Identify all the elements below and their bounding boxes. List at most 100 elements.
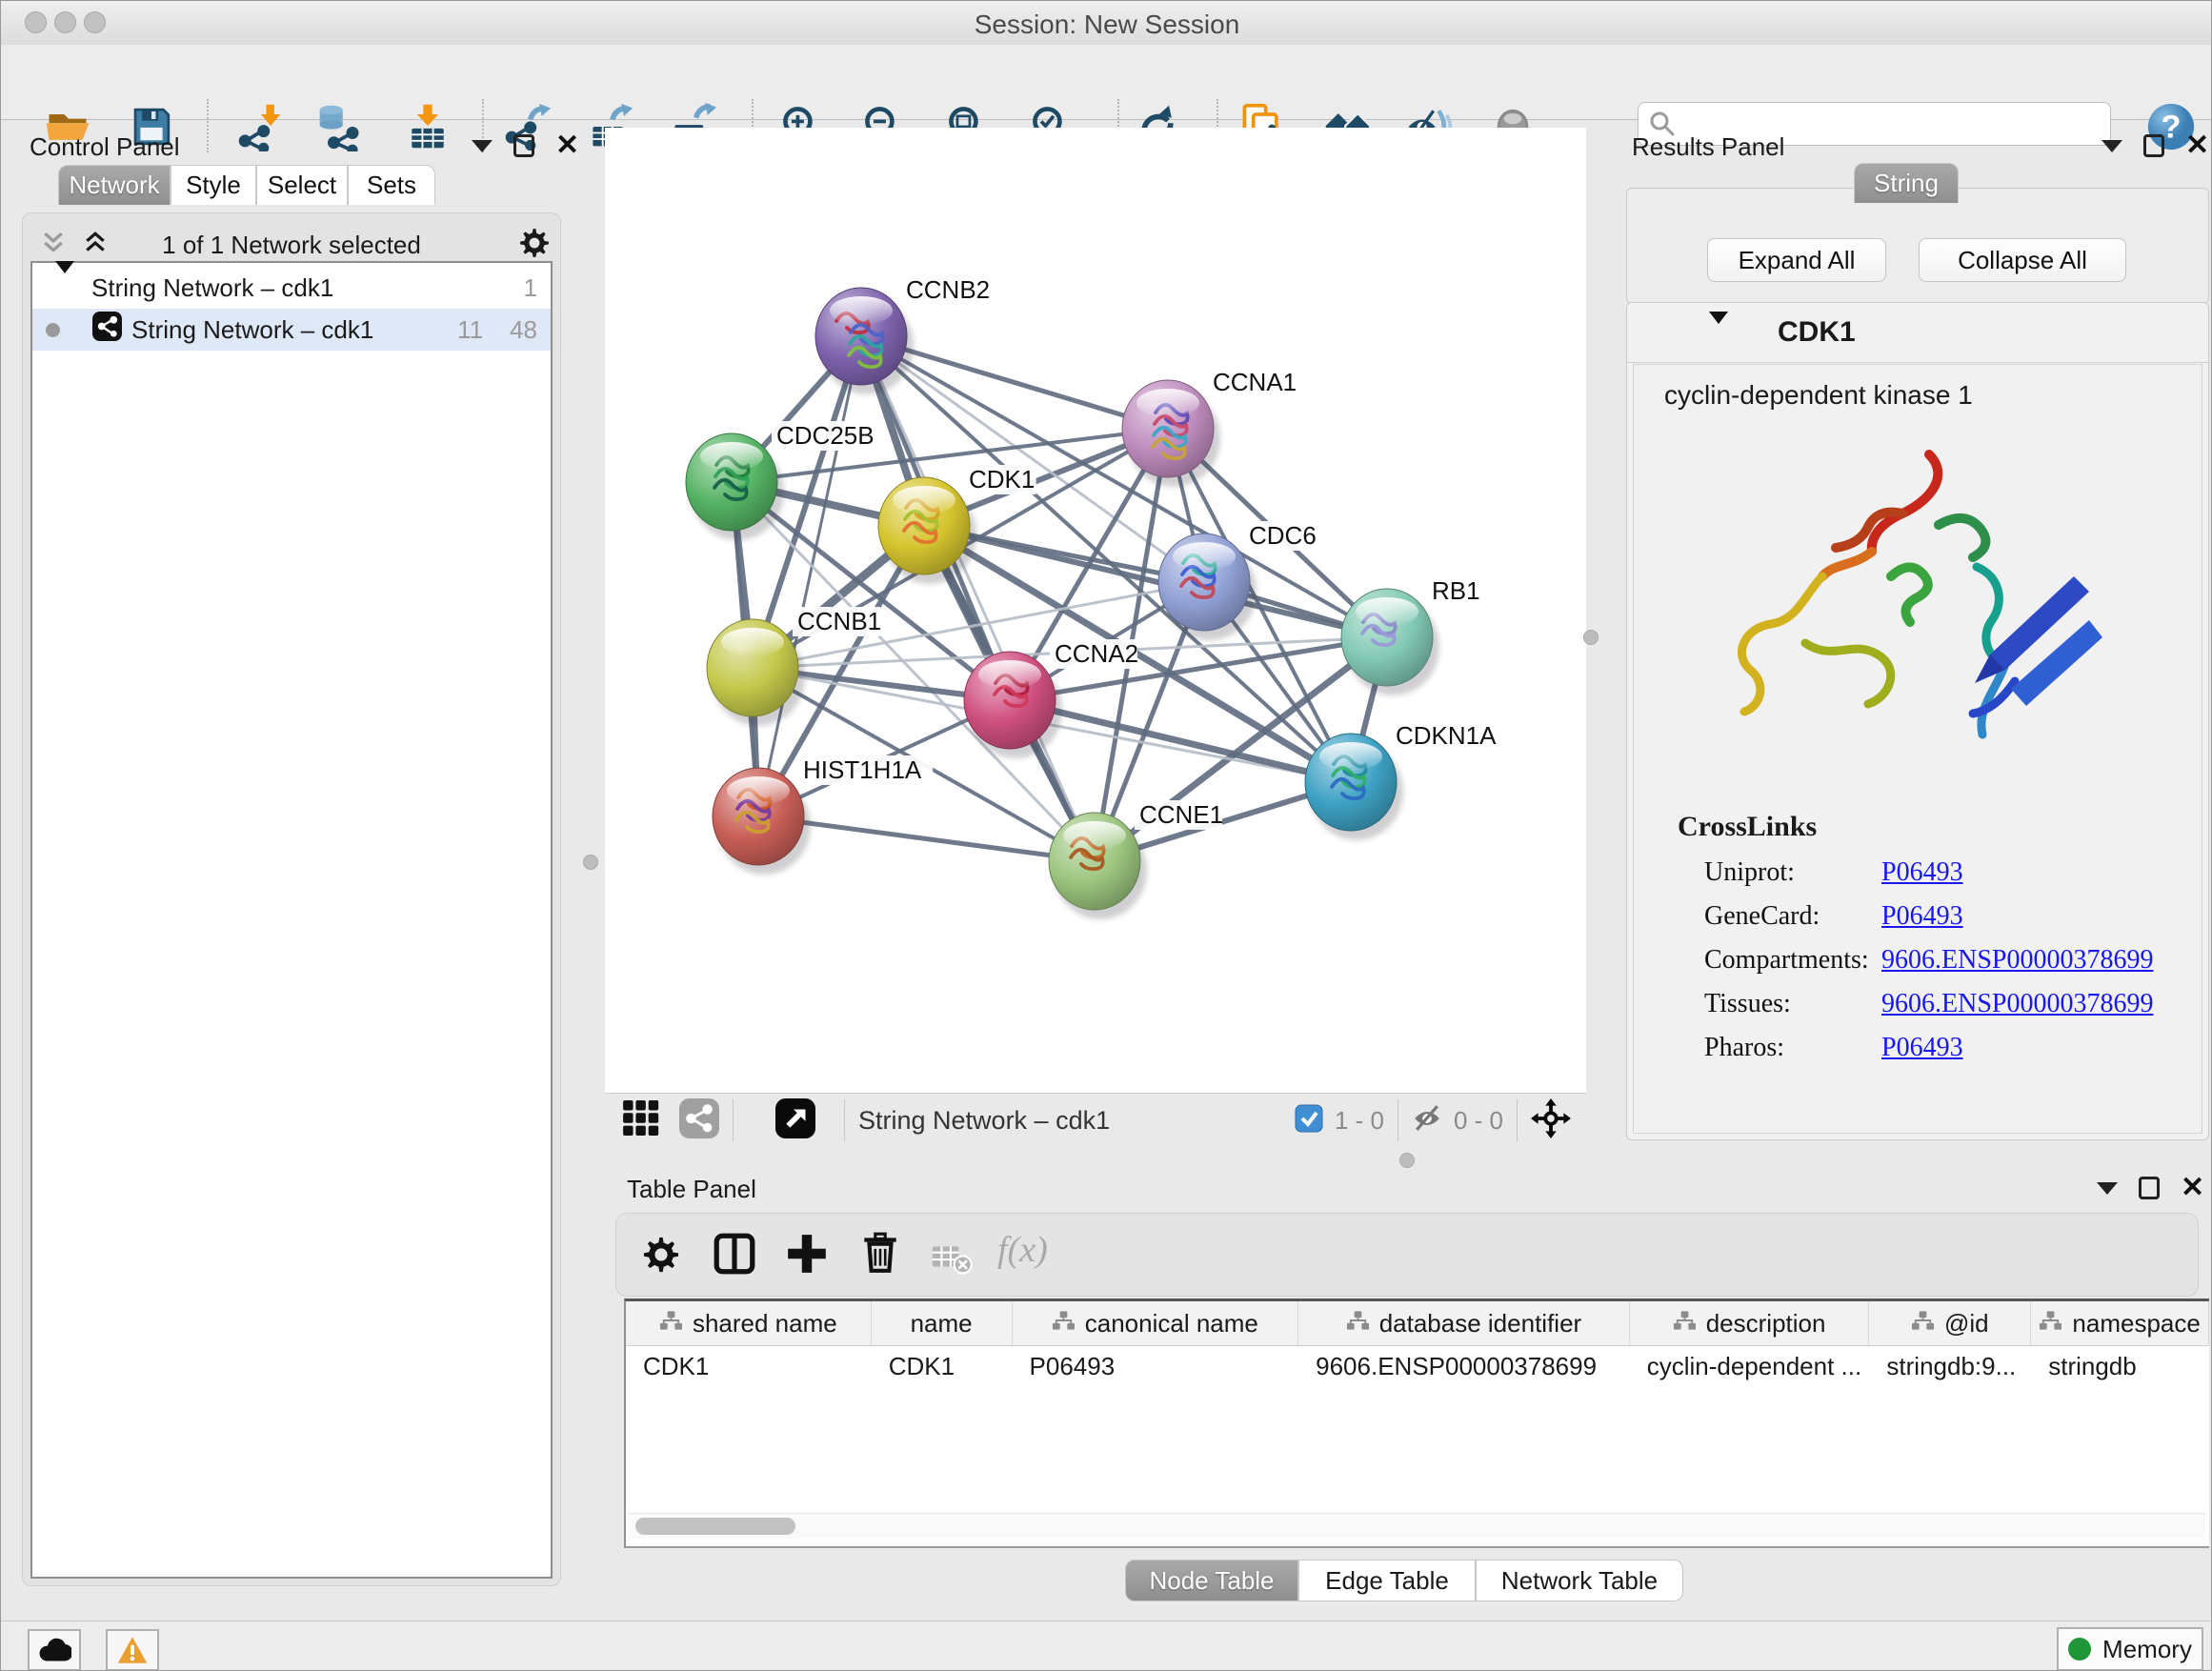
network-share-button[interactable] xyxy=(679,1098,719,1143)
trash-icon xyxy=(857,1229,903,1275)
tab-network-table[interactable]: Network Table xyxy=(1476,1560,1683,1601)
columns-icon xyxy=(712,1231,757,1277)
table-row[interactable]: CDK1CDK1P064939606.ENSP00000378699cyclin… xyxy=(626,1346,2209,1386)
column-header-namespace[interactable]: namespace xyxy=(2031,1301,2209,1345)
node-label-CDC6: CDC6 xyxy=(1244,521,1317,551)
float-panel-icon[interactable] xyxy=(2097,1182,2118,1195)
column-header-description[interactable]: description xyxy=(1630,1301,1870,1345)
column-header-label: namespace xyxy=(2072,1309,2200,1339)
tab-node-table[interactable]: Node Table xyxy=(1125,1560,1298,1601)
memory-button[interactable]: Memory xyxy=(2057,1627,2203,1671)
toolbar-separator xyxy=(844,1099,845,1141)
control-panel: Control Panel ✕ Network Style Select Set… xyxy=(14,125,582,1592)
network-node-CDC25B[interactable] xyxy=(686,433,784,540)
crosslink-value-link[interactable]: P06493 xyxy=(1881,857,1963,888)
network-collection-row[interactable]: String Network – cdk1 1 xyxy=(32,267,551,309)
network-node-RB1[interactable] xyxy=(1341,589,1439,695)
tab-style[interactable]: Style xyxy=(171,165,256,205)
selected-count: 1 - 0 xyxy=(1335,1106,1384,1136)
delete-columns-button[interactable] xyxy=(857,1229,903,1279)
network-node-CDKN1A[interactable] xyxy=(1305,734,1403,840)
function-builder-button[interactable]: f(x) xyxy=(997,1229,1048,1271)
network-node-CDC6[interactable] xyxy=(1158,534,1257,640)
section-collapse-icon[interactable] xyxy=(1709,324,1728,341)
pan-mode-button[interactable] xyxy=(1531,1098,1571,1143)
right-splitter-handle[interactable] xyxy=(1583,630,1599,645)
tab-select[interactable]: Select xyxy=(256,165,348,205)
network-view-toolbar: String Network – cdk1 1 - 0 0 - 0 xyxy=(605,1093,1586,1147)
protein-structure-image xyxy=(1686,433,2105,776)
crosslinks-list: Uniprot:P06493GeneCard:P06493Compartment… xyxy=(1704,851,2190,1070)
crosslink-row: Uniprot:P06493 xyxy=(1704,851,2190,895)
network-row[interactable]: String Network – cdk1 11 48 xyxy=(32,309,551,351)
network-edge-CCNB2-HIST1H1A[interactable] xyxy=(758,336,861,816)
warnings-button[interactable] xyxy=(106,1629,159,1671)
left-splitter-handle[interactable] xyxy=(583,855,598,870)
node-label-RB1: RB1 xyxy=(1427,576,1483,606)
table-cell: cyclin-dependent ... xyxy=(1630,1346,1870,1386)
network-view-canvas[interactable]: CCNB2CCNA1CDC25BCDK1CDC6RB1CCNB1CCNA2CDK… xyxy=(605,128,1586,1093)
crosslink-value-link[interactable]: 9606.ENSP00000378699 xyxy=(1881,989,2153,1019)
create-column-button[interactable] xyxy=(784,1231,830,1281)
tab-string[interactable]: String xyxy=(1854,163,1959,203)
collection-expand-icon[interactable] xyxy=(55,273,74,303)
crosslink-value-link[interactable]: P06493 xyxy=(1881,1033,1963,1063)
float-panel-icon[interactable] xyxy=(2101,140,2122,152)
close-panel-icon[interactable]: ✕ xyxy=(2185,134,2209,157)
column-header-database-identifier[interactable]: database identifier xyxy=(1298,1301,1630,1345)
network-label: String Network – cdk1 xyxy=(131,315,373,345)
cloud-status-button[interactable] xyxy=(28,1629,81,1671)
float-panel-icon[interactable] xyxy=(472,140,493,152)
collapse-all-button[interactable]: Collapse All xyxy=(1919,238,2126,282)
tab-network[interactable]: Network xyxy=(58,165,171,205)
network-node-CCNA1[interactable] xyxy=(1122,380,1220,487)
network-graph: CCNB2CCNA1CDC25BCDK1CDC6RB1CCNB1CCNA2CDK… xyxy=(605,128,1586,1093)
crosslink-value-link[interactable]: 9606.ENSP00000378699 xyxy=(1881,945,2153,976)
network-tab-content: 1 of 1 Network selected String Network –… xyxy=(22,212,561,1586)
network-node-CDK1[interactable] xyxy=(878,477,976,584)
maximize-panel-icon[interactable] xyxy=(2143,134,2164,157)
show-columns-button[interactable] xyxy=(712,1231,757,1281)
network-node-HIST1H1A[interactable] xyxy=(713,768,811,875)
network-node-CCNB2[interactable] xyxy=(815,288,914,394)
grid-view-button[interactable] xyxy=(622,1100,664,1141)
selected-checkbox[interactable] xyxy=(1295,1104,1323,1137)
results-panel-title: Results Panel xyxy=(1632,132,1784,162)
svg-text:CDC6: CDC6 xyxy=(1249,521,1317,550)
network-options-button[interactable] xyxy=(516,225,553,266)
table-options-button[interactable] xyxy=(639,1233,683,1281)
column-header-canonical-name[interactable]: canonical name xyxy=(1013,1301,1299,1345)
close-panel-icon[interactable]: ✕ xyxy=(2181,1177,2204,1199)
column-header-name[interactable]: name xyxy=(872,1301,1013,1345)
main-toolbar: ? xyxy=(1,45,2212,120)
gene-section-header[interactable]: CDK1 xyxy=(1627,303,2208,363)
column-header--id[interactable]: @id xyxy=(1869,1301,2031,1345)
control-panel-title: Control Panel xyxy=(30,132,180,162)
scrollbar-thumb[interactable] xyxy=(635,1518,795,1535)
open-in-window-button[interactable] xyxy=(775,1098,815,1143)
maximize-panel-icon[interactable] xyxy=(2139,1177,2160,1199)
external-arrow-icon xyxy=(775,1098,815,1138)
tab-sets[interactable]: Sets xyxy=(348,165,435,205)
maximize-panel-icon[interactable] xyxy=(513,134,534,157)
expand-all-button[interactable]: Expand All xyxy=(1707,238,1886,282)
column-type-icon xyxy=(1052,1309,1076,1339)
column-header-label: canonical name xyxy=(1085,1309,1258,1339)
crosslink-value-link[interactable]: P06493 xyxy=(1881,901,1963,932)
network-edge-CDK1-RB1[interactable] xyxy=(924,526,1387,637)
svg-text:CCNB1: CCNB1 xyxy=(797,607,881,635)
table-toolbar: f(x) xyxy=(615,1213,2199,1297)
toolbar-separator xyxy=(1517,1099,1518,1141)
network-node-CCNA2[interactable] xyxy=(964,652,1062,758)
close-panel-icon[interactable]: ✕ xyxy=(555,134,579,157)
crosslink-label: Pharos: xyxy=(1704,1033,1881,1063)
table-tabs: Node Table Edge Table Network Table xyxy=(1125,1560,1683,1601)
hidden-toggle[interactable] xyxy=(1412,1104,1442,1137)
node-label-CDC25B: CDC25B xyxy=(772,421,875,451)
table-cell: 9606.ENSP00000378699 xyxy=(1298,1346,1630,1386)
table-cell: stringdb:9... xyxy=(1869,1346,2031,1386)
collection-count: 1 xyxy=(524,273,537,303)
column-header-shared-name[interactable]: shared name xyxy=(626,1301,872,1345)
delete-table-button[interactable] xyxy=(931,1240,973,1279)
tab-edge-table[interactable]: Edge Table xyxy=(1298,1560,1476,1601)
